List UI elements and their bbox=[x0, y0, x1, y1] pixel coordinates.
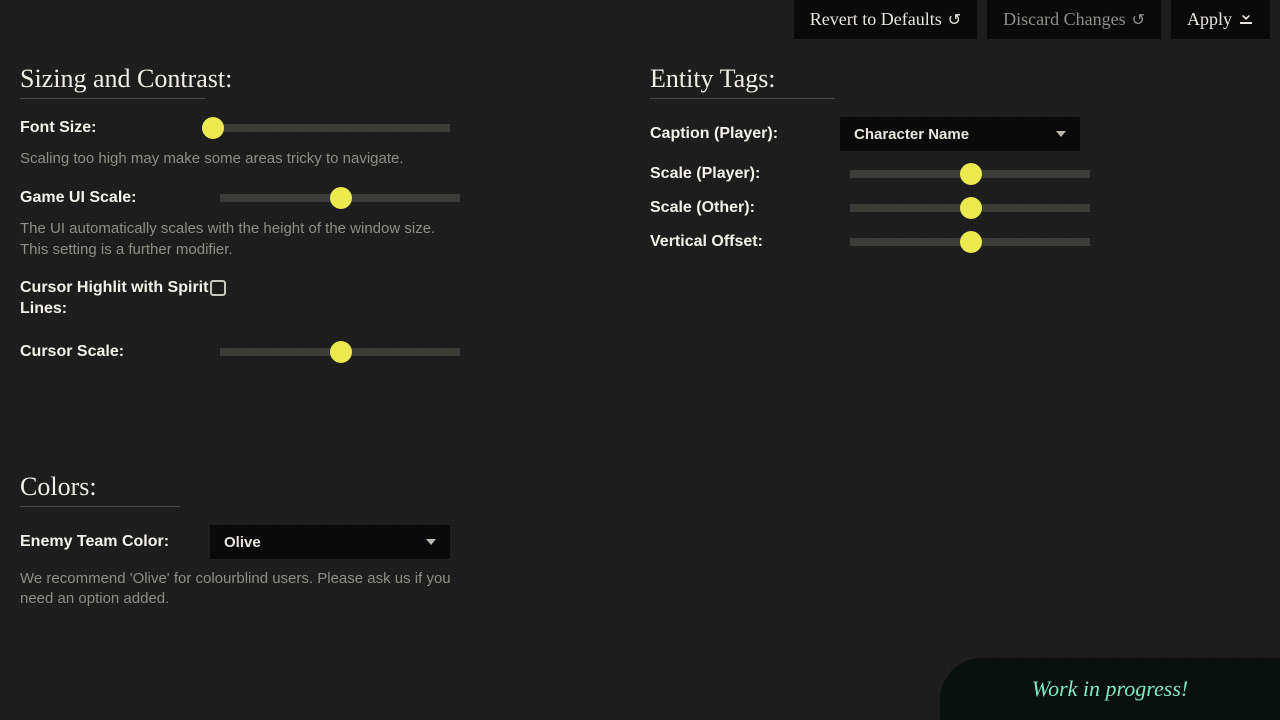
slider-thumb[interactable] bbox=[960, 163, 982, 185]
divider bbox=[20, 506, 180, 507]
scale-player-label: Scale (Player): bbox=[650, 165, 840, 183]
game-ui-scale-label: Game UI Scale: bbox=[20, 189, 210, 207]
font-size-label: Font Size: bbox=[20, 119, 210, 137]
scale-player-slider[interactable] bbox=[850, 163, 1110, 185]
enemy-team-color-row: Enemy Team Color: Olive bbox=[20, 525, 480, 559]
divider bbox=[20, 98, 205, 99]
vertical-offset-slider[interactable] bbox=[850, 231, 1110, 253]
divider bbox=[650, 98, 835, 99]
chevron-down-icon bbox=[1056, 131, 1066, 137]
cursor-scale-slider[interactable] bbox=[220, 341, 480, 363]
enemy-team-color-label: Enemy Team Color: bbox=[20, 533, 210, 551]
cursor-highlight-checkbox[interactable] bbox=[210, 280, 226, 296]
discard-changes-button[interactable]: Discard Changes ↺ bbox=[987, 0, 1161, 39]
slider-thumb[interactable] bbox=[960, 197, 982, 219]
slider-thumb[interactable] bbox=[202, 117, 224, 139]
work-in-progress-text: Work in progress! bbox=[1032, 676, 1188, 702]
cursor-highlight-label: Cursor Highlit with Spirit Lines: bbox=[20, 278, 210, 320]
discard-changes-label: Discard Changes bbox=[1003, 9, 1125, 30]
apply-button[interactable]: Apply bbox=[1171, 0, 1270, 39]
entity-tags-title: Entity Tags: bbox=[650, 64, 1110, 94]
font-size-slider[interactable] bbox=[210, 117, 480, 139]
slider-thumb[interactable] bbox=[330, 341, 352, 363]
top-button-bar: Revert to Defaults ↺ Discard Changes ↺ A… bbox=[794, 0, 1270, 39]
slider-track bbox=[210, 124, 450, 132]
sizing-title: Sizing and Contrast: bbox=[20, 64, 480, 94]
chevron-down-icon bbox=[426, 539, 436, 545]
caption-player-label: Caption (Player): bbox=[650, 125, 840, 143]
vertical-offset-label: Vertical Offset: bbox=[650, 233, 840, 251]
work-in-progress-banner: Work in progress! bbox=[940, 658, 1280, 720]
slider-thumb[interactable] bbox=[330, 187, 352, 209]
font-size-hint: Scaling too high may make some areas tri… bbox=[20, 149, 460, 169]
colors-section: Colors: Enemy Team Color: Olive We recom… bbox=[20, 472, 480, 628]
game-ui-scale-row: Game UI Scale: bbox=[20, 187, 480, 209]
enemy-team-color-select[interactable]: Olive bbox=[210, 525, 450, 559]
enemy-team-color-hint: We recommend 'Olive' for colourblind use… bbox=[20, 569, 460, 610]
apply-label: Apply bbox=[1187, 9, 1232, 30]
cursor-highlight-row: Cursor Highlit with Spirit Lines: bbox=[20, 278, 480, 320]
colors-title: Colors: bbox=[20, 472, 480, 502]
cursor-scale-row: Cursor Scale: bbox=[20, 341, 480, 363]
undo-icon: ↺ bbox=[1132, 10, 1145, 30]
scale-player-row: Scale (Player): bbox=[650, 163, 1110, 185]
revert-defaults-button[interactable]: Revert to Defaults ↺ bbox=[794, 0, 977, 39]
scale-other-slider[interactable] bbox=[850, 197, 1110, 219]
font-size-row: Font Size: bbox=[20, 117, 480, 139]
game-ui-scale-hint: The UI automatically scales with the hei… bbox=[20, 219, 460, 260]
caption-player-select[interactable]: Character Name bbox=[840, 117, 1080, 151]
undo-icon: ↺ bbox=[948, 10, 961, 30]
game-ui-scale-slider[interactable] bbox=[220, 187, 480, 209]
sizing-contrast-section: Sizing and Contrast: Font Size: Scaling … bbox=[20, 64, 480, 373]
scale-other-label: Scale (Other): bbox=[650, 199, 840, 217]
cursor-scale-label: Cursor Scale: bbox=[20, 343, 210, 361]
download-icon bbox=[1238, 9, 1254, 30]
revert-defaults-label: Revert to Defaults bbox=[810, 9, 942, 30]
entity-tags-section: Entity Tags: Caption (Player): Character… bbox=[650, 64, 1110, 263]
caption-player-value: Character Name bbox=[854, 126, 969, 143]
scale-other-row: Scale (Other): bbox=[650, 197, 1110, 219]
enemy-team-color-value: Olive bbox=[224, 534, 261, 551]
caption-player-row: Caption (Player): Character Name bbox=[650, 117, 1110, 151]
vertical-offset-row: Vertical Offset: bbox=[650, 231, 1110, 253]
slider-thumb[interactable] bbox=[960, 231, 982, 253]
